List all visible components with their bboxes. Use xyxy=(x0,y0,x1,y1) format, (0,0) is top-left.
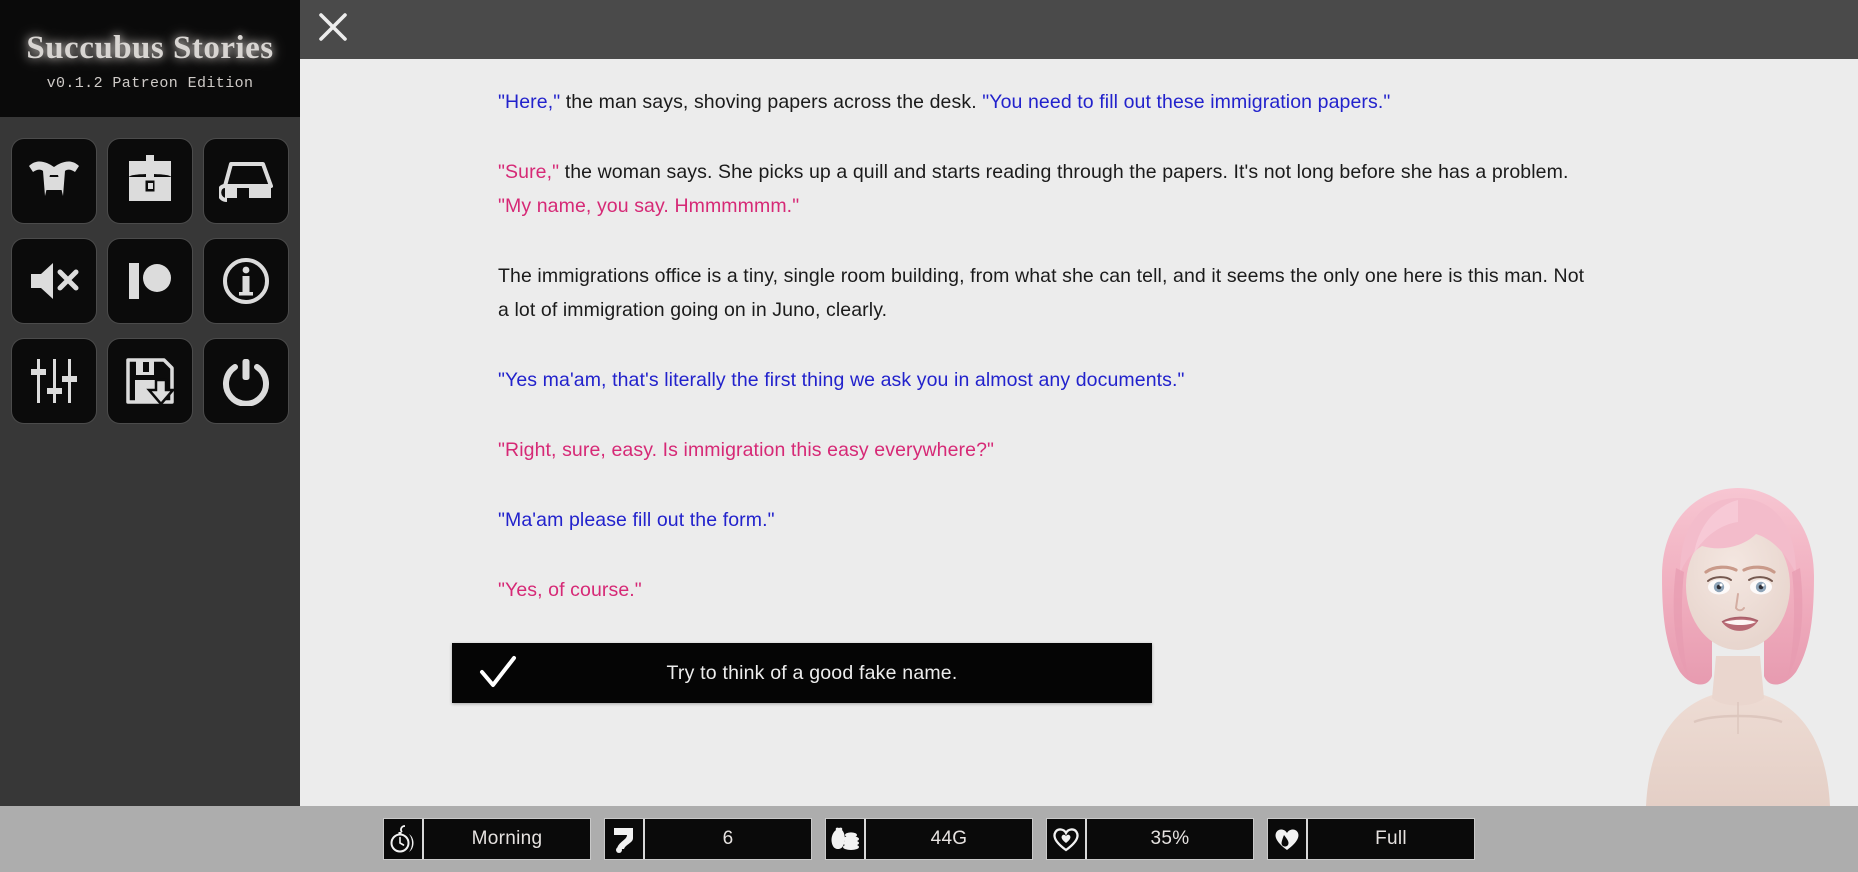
status-item-day[interactable]: 6 xyxy=(605,819,811,859)
status-value-health: 35% xyxy=(1150,828,1190,849)
bed-icon xyxy=(219,158,273,204)
choice-list: Try to think of a good fake name. xyxy=(300,643,1858,703)
heart-outline-icon xyxy=(1047,819,1087,859)
game-version: v0.1.2 Patreon Edition xyxy=(46,74,254,92)
story-text: "Here," the man says, shoving papers acr… xyxy=(300,59,1660,607)
info-icon xyxy=(221,256,271,306)
story-paragraph: The immigrations office is a tiny, singl… xyxy=(498,259,1600,327)
dialogue-content: "Here," the man says, shoving papers acr… xyxy=(300,59,1858,806)
sidebar-item-mute[interactable] xyxy=(12,239,96,323)
choice-button[interactable]: Try to think of a good fake name. xyxy=(452,643,1152,703)
close-icon xyxy=(316,10,350,49)
game-title: Succubus Stories xyxy=(26,30,274,67)
pocket-watch-icon xyxy=(384,819,424,859)
status-item-money[interactable]: 44G xyxy=(826,819,1032,859)
dialogue-run: "You need to fill out these immigration … xyxy=(982,91,1391,113)
close-button[interactable] xyxy=(310,6,356,52)
dialogue-run: "Right, sure, easy. Is immigration this … xyxy=(498,439,995,461)
sidebar-item-patreon[interactable] xyxy=(108,239,192,323)
story-paragraph: "Ma'am please fill out the form." xyxy=(498,503,1600,537)
floppy-save-icon xyxy=(124,356,176,406)
story-paragraph: "Yes, of course." xyxy=(498,573,1600,607)
story-paragraph: "Sure," the woman says. She picks up a q… xyxy=(498,155,1600,223)
sidebar-item-info[interactable] xyxy=(204,239,288,323)
fangs-icon xyxy=(27,156,81,206)
narration-run: the woman says. She picks up a quill and… xyxy=(559,161,1569,183)
sidebar-item-rest[interactable] xyxy=(204,139,288,223)
story-paragraph: "Here," the man says, shoving papers acr… xyxy=(498,85,1600,119)
dialogue-run: "Yes, of course." xyxy=(498,579,642,601)
sidebar-item-inventory[interactable] xyxy=(108,139,192,223)
backpack-icon xyxy=(125,155,175,207)
dialogue-topbar xyxy=(300,0,1858,59)
choice-label: Try to think of a good fake name. xyxy=(666,661,958,684)
narration-run: the man says, shoving papers across the … xyxy=(560,91,983,113)
sidebar-item-quit[interactable] xyxy=(204,339,288,423)
dialogue-run: "Yes ma'am, that's literally the first t… xyxy=(498,369,1185,391)
story-paragraph: "Right, sure, easy. Is immigration this … xyxy=(498,433,1600,467)
sidebar-item-settings[interactable] xyxy=(12,339,96,423)
sliders-icon xyxy=(30,356,78,406)
power-icon xyxy=(221,356,271,406)
sidebar-item-save[interactable] xyxy=(108,339,192,423)
game-window: Succubus Stories v0.1.2 Patreon Edition xyxy=(0,0,1858,872)
status-item-health[interactable]: 35% xyxy=(1047,819,1253,859)
hand-day-icon xyxy=(605,819,645,859)
dialogue-run: "Here," xyxy=(498,91,561,113)
sidebar: Succubus Stories v0.1.2 Patreon Edition xyxy=(0,0,300,806)
status-value-money: 44G xyxy=(930,828,968,849)
status-item-time[interactable]: Morning xyxy=(384,819,590,859)
dialogue-run: "Sure," xyxy=(498,161,560,183)
sidebar-header: Succubus Stories v0.1.2 Patreon Edition xyxy=(0,0,300,117)
speaker-mute-icon xyxy=(27,259,81,303)
money-bag-icon xyxy=(826,819,866,859)
statusbar-left-filler xyxy=(0,806,300,872)
story-paragraph: "Yes ma'am, that's literally the first t… xyxy=(498,363,1600,397)
heart-drop-icon xyxy=(1268,819,1308,859)
dialogue-run: "My name, you say. Hmmmmmm." xyxy=(498,195,800,217)
sidebar-item-fangs[interactable] xyxy=(12,139,96,223)
dialogue-run: "Ma'am please fill out the form." xyxy=(498,509,775,531)
patreon-icon xyxy=(125,259,175,303)
sidebar-icon-grid xyxy=(0,117,300,439)
status-value-day: 6 xyxy=(722,828,734,849)
status-item-blood[interactable]: Full xyxy=(1268,819,1474,859)
status-value-time: Morning xyxy=(471,828,543,849)
narration-run: The immigrations office is a tiny, singl… xyxy=(498,265,1585,321)
checkmark-icon xyxy=(452,655,544,691)
status-value-blood: Full xyxy=(1375,828,1407,849)
